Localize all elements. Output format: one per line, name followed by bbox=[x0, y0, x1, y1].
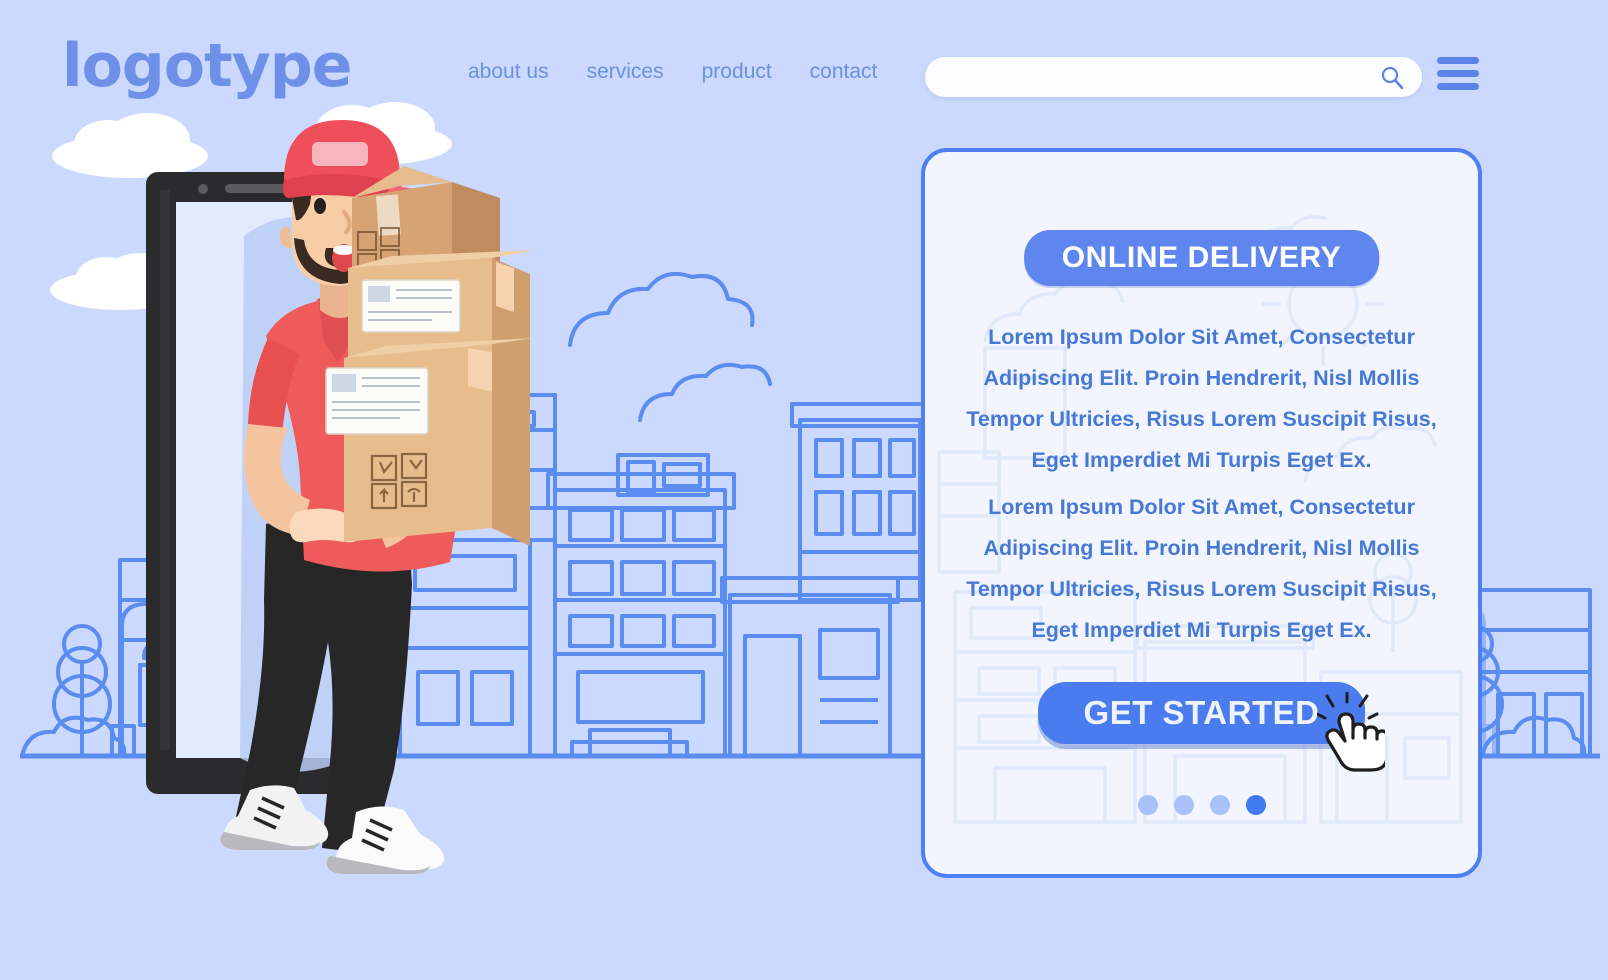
hero-card-content: ONLINE DELIVERY Lorem Ipsum Dolor Sit Am… bbox=[925, 152, 1478, 874]
landing-page-root: logotype about us services product conta… bbox=[0, 0, 1608, 980]
nav-item-contact[interactable]: contact bbox=[810, 60, 878, 84]
logotype[interactable]: logotype bbox=[62, 36, 352, 96]
hamburger-bar-3 bbox=[1437, 83, 1479, 90]
hero-card: ONLINE DELIVERY Lorem Ipsum Dolor Sit Am… bbox=[921, 148, 1482, 878]
pagination-dot-1[interactable] bbox=[1137, 795, 1158, 815]
pagination-dot-3[interactable] bbox=[1209, 795, 1230, 815]
nav-item-about-us[interactable]: about us bbox=[468, 60, 549, 84]
search-input[interactable] bbox=[947, 57, 1351, 99]
pagination-dot-4[interactable] bbox=[1245, 795, 1266, 815]
hero-paragraph-2: Lorem Ipsum Dolor Sit Amet, Consectetur … bbox=[966, 495, 1437, 642]
carousel-pagination bbox=[1137, 795, 1266, 815]
eye-left bbox=[314, 198, 326, 214]
nav-item-product[interactable]: product bbox=[702, 60, 772, 84]
box-bottom bbox=[325, 338, 534, 546]
hamburger-bar-2 bbox=[1437, 70, 1479, 77]
main-navigation: about us services product contact bbox=[468, 60, 877, 84]
search-bar[interactable] bbox=[925, 57, 1422, 99]
site-header: logotype about us services product conta… bbox=[0, 0, 1608, 150]
pagination-dot-2[interactable] bbox=[1173, 795, 1194, 815]
nav-item-services[interactable]: services bbox=[587, 60, 664, 84]
hamburger-bar-1 bbox=[1437, 57, 1479, 64]
get-started-button[interactable]: GET STARTED bbox=[1037, 682, 1366, 744]
search-icon[interactable] bbox=[1380, 65, 1404, 89]
hero-paragraph-1: Lorem Ipsum Dolor Sit Amet, Consectetur … bbox=[966, 325, 1437, 472]
online-delivery-badge: ONLINE DELIVERY bbox=[1023, 230, 1380, 286]
hamburger-menu-icon[interactable] bbox=[1437, 57, 1479, 97]
